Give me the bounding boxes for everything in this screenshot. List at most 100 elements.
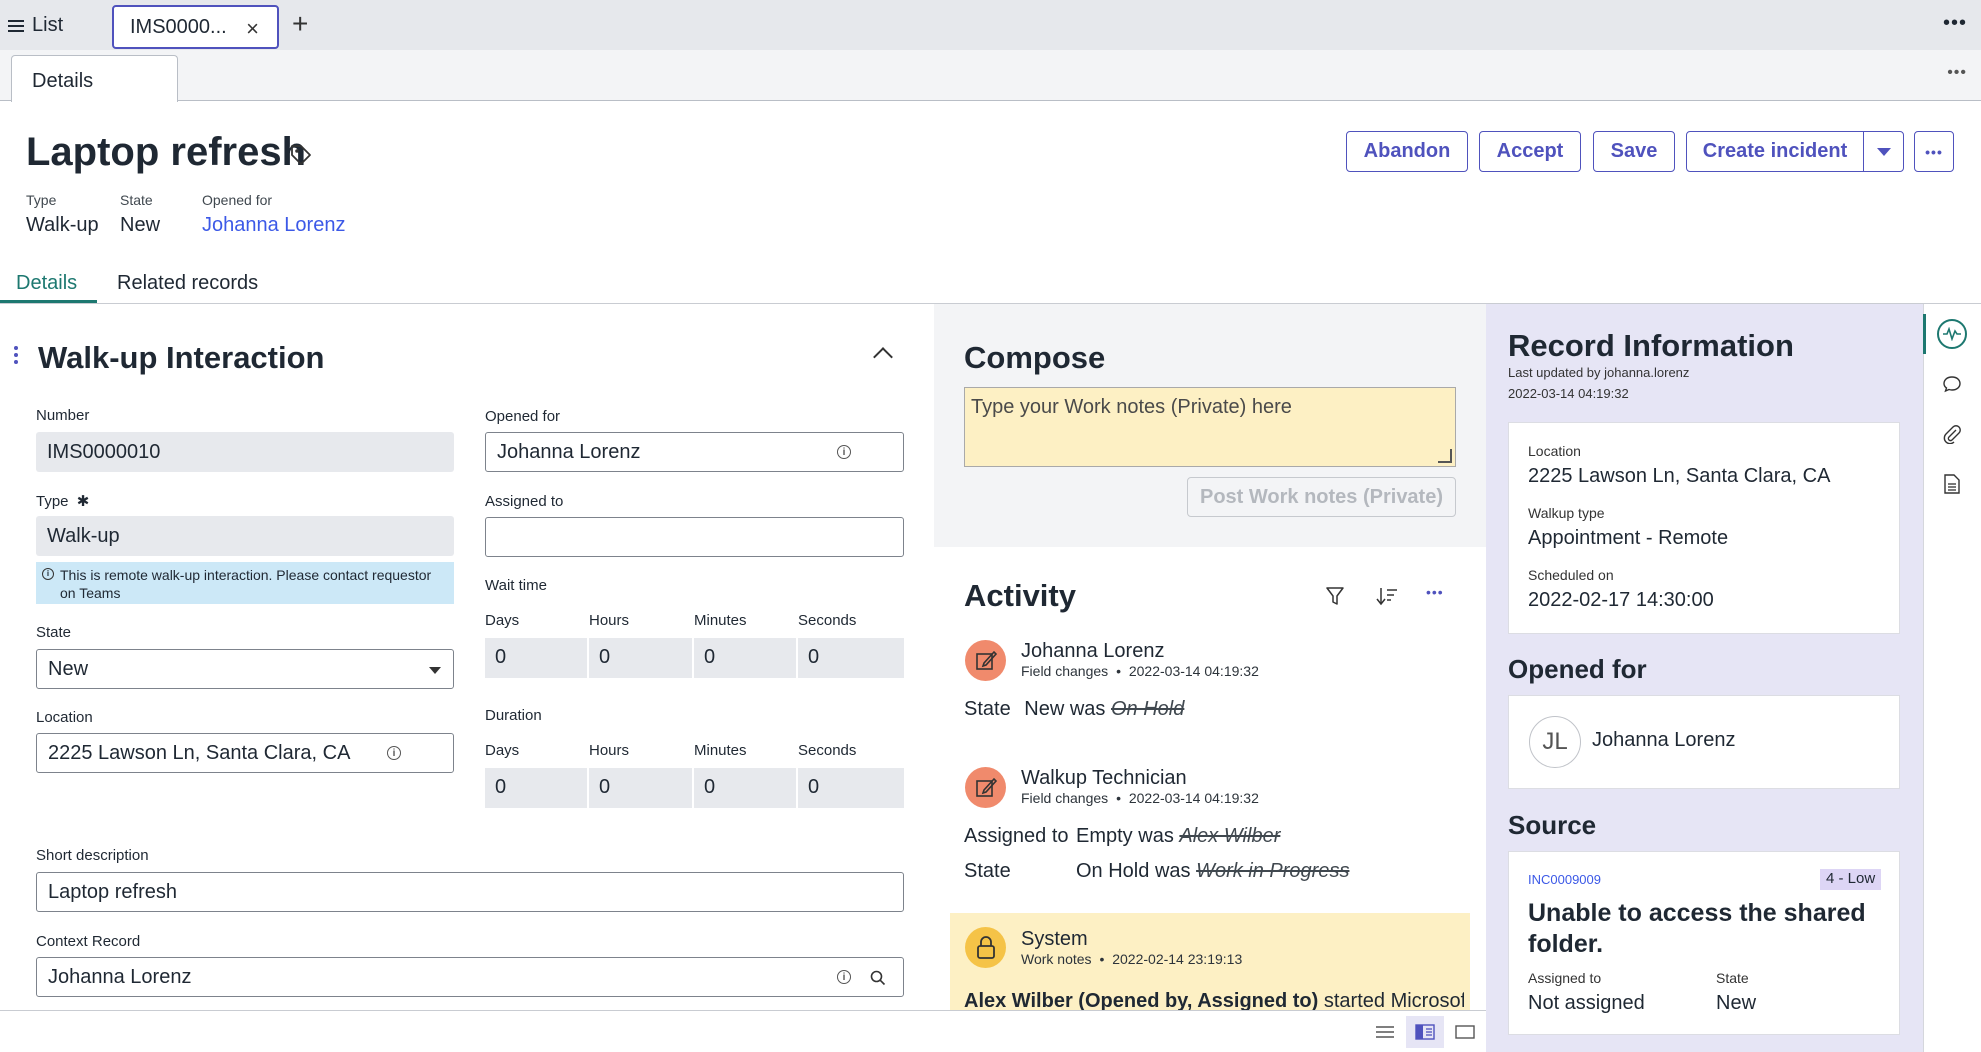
assigned-to-label: Assigned to [485,493,564,510]
activity-kind: Field changes [1021,790,1109,806]
activity-author: Johanna Lorenz [1021,640,1165,662]
source-title: Unable to access the shared folder. [1528,899,1866,958]
filter-icon[interactable] [1326,586,1344,606]
change-new: Empty [1076,825,1133,847]
activity-kind: Work notes [1021,951,1092,967]
bullet-separator: • [1116,790,1121,806]
lock-icon [965,927,1006,968]
meta-opened-for-link[interactable]: Johanna Lorenz [202,214,345,237]
context-record-value: Johanna Lorenz [48,965,192,988]
post-work-notes-button[interactable]: Post Work notes (Private) [1187,477,1456,517]
change-was: was [1138,825,1174,847]
wait-minutes-field: 0 [694,638,796,678]
meta-opened-for: Opened for Johanna Lorenz [202,192,345,237]
state-select[interactable]: New [36,649,454,689]
meta-type: Type Walk-up [26,192,99,237]
ri-walkup-type-value: Appointment - Remote [1528,527,1729,549]
state-label: State [36,624,72,641]
source-assigned-label: Assigned to [1528,970,1602,986]
add-tab-icon[interactable]: + [292,8,308,40]
opened-for-info-icon[interactable]: i [837,445,851,459]
list-button-label: List [32,14,64,36]
activity-author: System [1021,928,1088,950]
duration-days-field: 0 [485,768,587,808]
info-icon: i [42,568,54,580]
header-more-button[interactable]: ••• [1914,131,1954,172]
source-state-label: State [1716,970,1749,986]
type-hint-text: This is remote walk-up interaction. Plea… [60,567,432,601]
ri-location-value: 2225 Lawson Ln, Santa Clara, CA [1528,465,1831,487]
number-label: Number [36,407,90,424]
record-tab-label: IMS0000... [130,15,227,38]
resize-handle-icon[interactable] [1438,449,1452,463]
required-icon: ✱ [76,493,90,510]
tag-icon[interactable] [290,144,312,166]
activity-timestamp: 2022-02-14 23:19:13 [1112,951,1243,967]
record-tab[interactable]: IMS0000... × [112,5,279,49]
comment-icon[interactable] [1937,369,1967,399]
subtab-strip: Details ••• [0,50,1981,102]
context-info-icon[interactable]: i [837,970,851,984]
location-field[interactable]: 2225 Lawson Ln, Santa Clara, CA i [36,733,454,773]
location-info-icon[interactable]: i [387,746,401,760]
activity-timestamp: 2022-03-14 04:19:32 [1128,790,1259,806]
wait-days-label: Days [485,612,520,629]
duration-minutes-field: 0 [694,768,796,808]
duration-seconds-field: 0 [798,768,904,808]
activity-change-value: Empty was Alex Wilber [1076,825,1280,848]
compose-title: Compose [964,340,1106,375]
activity-change-value: On Hold was Work in Progress [1076,860,1349,883]
more-options-icon[interactable]: ••• [1943,12,1967,35]
close-tab-icon[interactable]: × [246,16,259,42]
subtab-more-icon[interactable]: ••• [1947,64,1967,82]
sort-icon[interactable] [1376,586,1398,606]
split-view-icon[interactable] [1406,1016,1444,1048]
change-was: was [1154,860,1191,882]
list-button[interactable]: List [8,14,63,37]
list-view-icon[interactable] [1366,1016,1404,1048]
source-assigned-value: Not assigned [1528,992,1645,1014]
document-icon[interactable] [1937,469,1967,499]
subtab-details[interactable]: Details [11,55,178,102]
location-label: Location [36,709,93,726]
opened-for-field[interactable]: Johanna Lorenz i [485,432,904,472]
source-number-link[interactable]: INC0009009 [1528,872,1601,887]
accept-button[interactable]: Accept [1479,131,1581,172]
context-record-field[interactable]: Johanna Lorenz i [36,957,904,997]
attachment-icon[interactable] [1937,419,1967,449]
change-old: On Hold [1110,698,1185,720]
tab-related-records[interactable]: Related records [117,272,258,295]
priority-badge: 4 - Low [1820,869,1882,890]
meta-opened-for-label: Opened for [202,192,273,208]
bullet-separator: • [1099,951,1105,967]
short-description-field[interactable]: Laptop refresh [36,872,904,912]
search-icon[interactable] [870,970,886,986]
right-rail [1923,304,1981,1052]
duration-days-label: Days [485,742,520,759]
change-field: State [964,860,1011,882]
system-note-bold: Alex Wilber (Opened by, Assigned to) [964,990,1319,1012]
abandon-button[interactable]: Abandon [1346,131,1468,172]
source-heading: Source [1508,810,1597,840]
last-updated-by: Last updated by johanna.lorenz [1508,365,1690,380]
assigned-to-field[interactable] [485,517,904,557]
single-view-icon[interactable] [1446,1016,1484,1048]
ri-scheduled-label: Scheduled on [1528,567,1614,583]
wait-seconds-field: 0 [798,638,904,678]
section-menu-icon[interactable] [14,346,18,364]
activity-author: Walkup Technician [1021,767,1187,789]
tab-details[interactable]: Details [16,272,77,295]
activity-more-icon[interactable]: ••• [1426,584,1444,600]
opened-for-label: Opened for [485,408,561,425]
wait-minutes-label: Minutes [694,612,747,629]
create-incident-button[interactable]: Create incident [1686,131,1864,172]
wait-time-label: Wait time [485,577,547,594]
save-button[interactable]: Save [1593,131,1675,172]
create-incident-dropdown[interactable] [1863,131,1904,172]
chevron-down-icon [1876,147,1891,156]
edit-icon [965,767,1006,808]
work-notes-textarea[interactable]: Type your Work notes (Private) here [964,387,1456,467]
meta-type-value: Walk-up [26,214,99,236]
activity-pulse-icon[interactable] [1937,319,1967,349]
ri-scheduled-value: 2022-02-17 14:30:00 [1528,589,1714,611]
